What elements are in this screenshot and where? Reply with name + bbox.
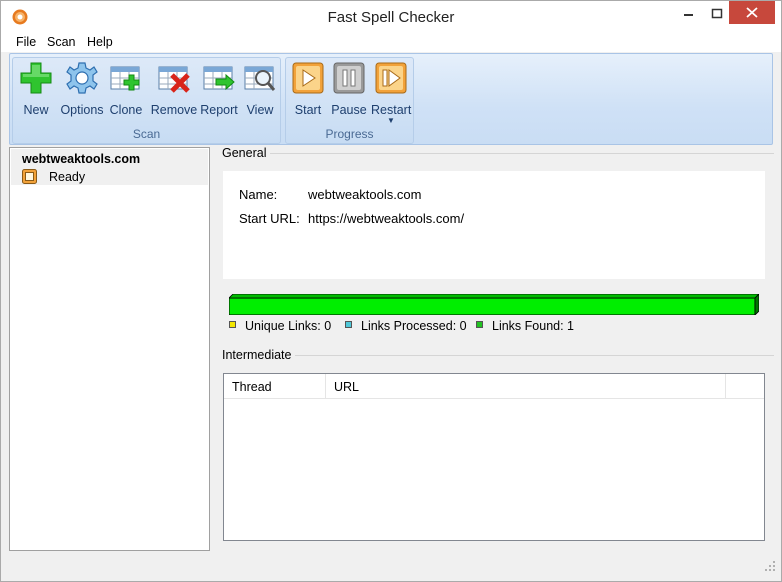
minimize-icon: [684, 14, 693, 16]
options-button[interactable]: Options: [58, 61, 106, 117]
name-value: webtweaktools.com: [308, 187, 422, 202]
title-bar: Fast Spell Checker: [1, 1, 781, 32]
minimize-button[interactable]: [673, 1, 703, 25]
remove-label: Remove: [150, 103, 198, 117]
extra-column-header[interactable]: [726, 374, 764, 399]
ribbon: New Options Clone Remove Report View Sca…: [9, 53, 773, 145]
links-processed-text: Links Processed: 0: [361, 319, 467, 333]
restart-dropdown-arrow-icon[interactable]: ▼: [371, 116, 411, 125]
clone-table-icon: [110, 66, 140, 91]
unique-links-swatch: [229, 321, 236, 328]
links-found-swatch: [476, 321, 483, 328]
scan-group-label: Scan: [132, 127, 161, 141]
menu-bar: File Scan Help: [1, 32, 781, 52]
menu-file[interactable]: File: [16, 35, 36, 49]
clone-button[interactable]: Clone: [107, 61, 145, 117]
start-label: Start: [294, 103, 322, 117]
restart-button[interactable]: Restart ▼: [371, 61, 412, 125]
view-magnifier-icon: [244, 66, 276, 91]
threads-table: Thread URL: [223, 373, 765, 541]
status-bar: [1, 553, 781, 581]
start-button[interactable]: Start: [290, 61, 326, 117]
start-url-label: Start URL:: [239, 211, 300, 226]
links-found-text: Links Found: 1: [492, 319, 574, 333]
scan-item-status: Ready: [49, 170, 86, 184]
progress-fill: [229, 297, 756, 315]
restart-icon: [375, 62, 407, 94]
app-window: Fast Spell Checker File Scan Help New Op…: [0, 0, 782, 582]
maximize-button[interactable]: [702, 1, 732, 25]
url-column-header[interactable]: URL: [326, 374, 726, 399]
scan-list-panel: webtweaktools.com Ready: [9, 147, 210, 551]
report-label: Report: [200, 103, 238, 117]
window-title: Fast Spell Checker: [327, 9, 455, 26]
clone-label: Clone: [109, 103, 143, 117]
name-label: Name:: [239, 187, 278, 202]
scan-progress-bar: [229, 294, 759, 315]
report-table-icon: [203, 66, 235, 91]
report-button[interactable]: Report: [199, 61, 239, 117]
unique-links-text: Unique Links: 0: [245, 319, 332, 333]
play-icon: [292, 62, 324, 94]
close-button[interactable]: [729, 1, 775, 24]
menu-help[interactable]: Help: [87, 35, 113, 49]
close-icon: [746, 7, 758, 18]
resize-grip-icon[interactable]: [763, 559, 777, 573]
general-info-box: [223, 171, 765, 279]
start-url-value: https://webtweaktools.com/: [308, 211, 465, 226]
plus-icon: [20, 62, 52, 94]
options-label: Options: [60, 103, 104, 117]
view-button[interactable]: View: [241, 61, 279, 117]
new-label: New: [23, 103, 49, 117]
scan-item-title: webtweaktools.com: [22, 152, 141, 166]
scan-list-item[interactable]: webtweaktools.com Ready: [11, 149, 208, 185]
menu-scan[interactable]: Scan: [47, 35, 76, 49]
ready-status-icon: [22, 169, 37, 184]
progress-group: Start Pause Restart ▼ Progress: [285, 57, 414, 144]
pause-label: Pause: [331, 103, 367, 117]
pause-icon: [333, 62, 365, 94]
view-label: View: [246, 103, 274, 117]
general-caption: General: [214, 146, 271, 160]
scan-group: New Options Clone Remove Report View Sca…: [12, 57, 281, 144]
progress-group-label: Progress: [325, 127, 374, 141]
gear-icon: [66, 62, 98, 94]
threads-table-header: Thread URL: [224, 374, 764, 399]
thread-column-header[interactable]: Thread: [224, 374, 326, 399]
intermediate-caption: Intermediate: [214, 348, 296, 362]
remove-button[interactable]: Remove: [150, 61, 198, 117]
pause-button[interactable]: Pause: [330, 61, 368, 117]
maximize-icon: [711, 8, 723, 19]
new-button[interactable]: New: [17, 61, 55, 117]
remove-table-icon: [158, 66, 190, 93]
restart-label: Restart: [371, 103, 412, 117]
links-processed-swatch: [345, 321, 352, 328]
